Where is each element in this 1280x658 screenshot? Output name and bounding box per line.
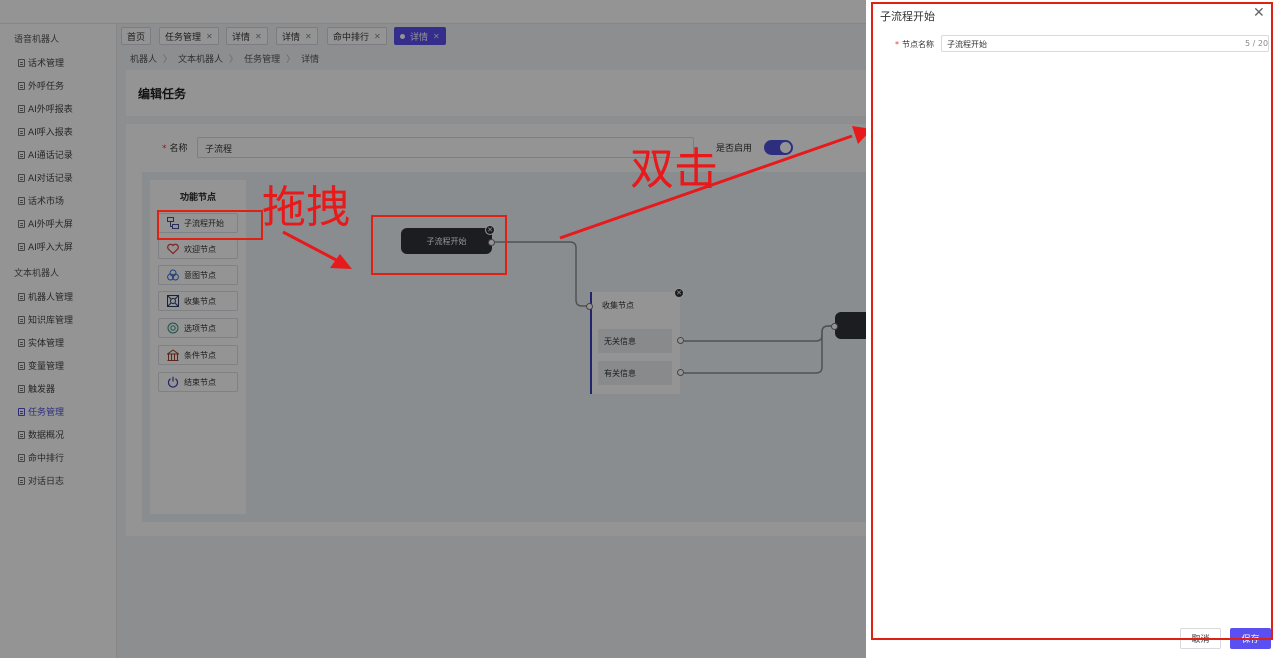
- annotation-box-drawer: [871, 2, 1273, 640]
- annotation-arrows: [282, 126, 872, 269]
- arrow-double-click-line: [559, 134, 853, 240]
- arrow-drag-head: [330, 254, 352, 269]
- arrow-drag-line: [282, 230, 341, 264]
